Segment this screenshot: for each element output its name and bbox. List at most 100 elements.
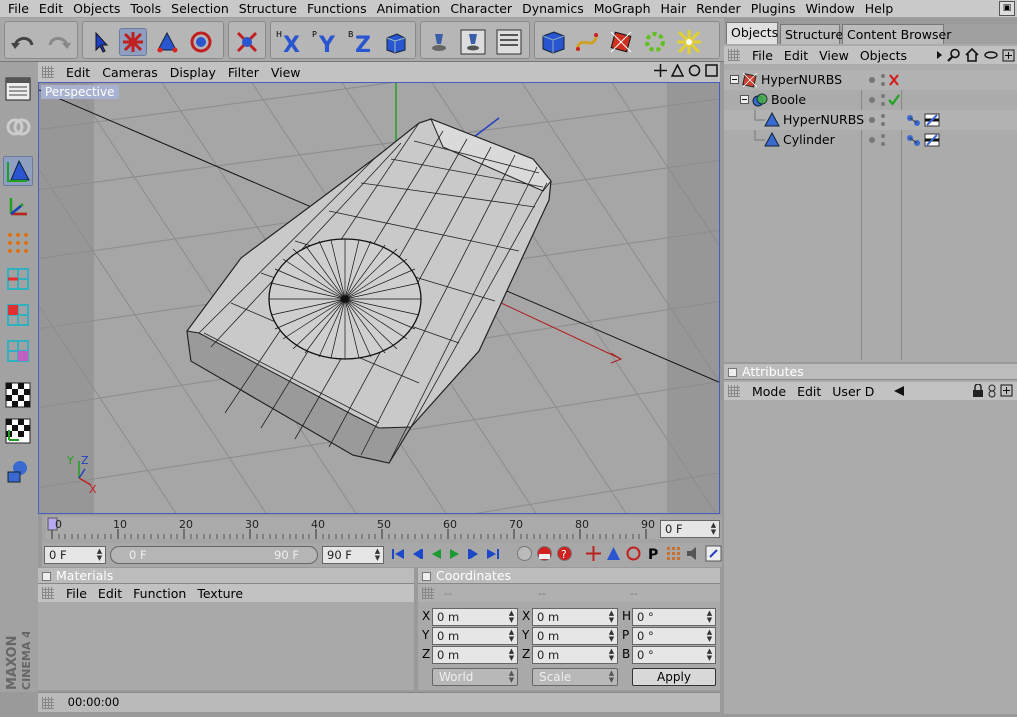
pos-y-spinner-icon[interactable]: ▲ ▼ <box>507 629 516 643</box>
rot-b-field[interactable]: 0 ° ▲ ▼ <box>632 646 716 664</box>
attributes-menu-edit[interactable]: Edit <box>793 384 828 399</box>
menu-selection[interactable]: Selection <box>167 0 235 18</box>
record-keys-icon[interactable] <box>516 545 533 565</box>
render-picture-viewer-icon[interactable] <box>459 28 487 56</box>
next-key-icon[interactable] <box>466 546 482 565</box>
tab-content-browser[interactable]: Content Browser <box>842 24 951 44</box>
object-axis-icon[interactable] <box>3 192 33 222</box>
perspective-viewport[interactable]: Y Z X Perspective <box>38 82 720 514</box>
start-frame-spinner-icon[interactable]: ▲ ▼ <box>95 548 104 562</box>
size-x-spinner-icon[interactable]: ▲ ▼ <box>607 610 616 624</box>
texture-mode-icon[interactable] <box>3 380 33 410</box>
x-axis-lock-icon[interactable]: HX <box>273 28 307 56</box>
materials-panel-toggle-icon[interactable] <box>42 572 51 581</box>
objects-menu-view[interactable]: View <box>815 48 856 63</box>
spline-pen-icon[interactable] <box>573 28 601 56</box>
menu-character[interactable]: Character <box>446 0 518 18</box>
viewport-camera-label[interactable]: Perspective <box>41 85 119 99</box>
rotate-tool-icon[interactable] <box>187 28 215 56</box>
menu-tools[interactable]: Tools <box>126 0 167 18</box>
uv-mode-icon[interactable] <box>3 336 33 366</box>
objects-menu-file[interactable]: File <box>748 48 780 63</box>
size-z-spinner-icon[interactable]: ▲ ▼ <box>607 648 616 662</box>
pos-x-spinner-icon[interactable]: ▲ ▼ <box>507 610 516 624</box>
viewport-grip-icon[interactable] <box>42 66 54 78</box>
play-forward-icon[interactable] <box>447 546 463 565</box>
menu-mograph[interactable]: MoGraph <box>590 0 657 18</box>
materials-menu-function[interactable]: Function <box>129 586 193 601</box>
menu-objects[interactable]: Objects <box>69 0 126 18</box>
more-arrow-icon[interactable] <box>936 49 944 64</box>
texture-axis-icon[interactable] <box>3 416 33 446</box>
live-selection-icon[interactable] <box>233 28 261 56</box>
menu-help[interactable]: Help <box>861 0 900 18</box>
timeline-ruler[interactable]: 0 10 20 30 40 50 60 70 80 90 0 F ▲ ▼ <box>42 515 722 543</box>
attributes-grip-icon[interactable] <box>728 385 740 397</box>
rot-h-spinner-icon[interactable]: ▲ ▼ <box>705 610 714 624</box>
key-position-icon[interactable] <box>585 545 602 565</box>
z-axis-lock-icon[interactable]: BZ <box>345 28 379 56</box>
preview-range-slider[interactable]: 0 F 90 F <box>110 546 318 564</box>
keyframe-selection-icon[interactable]: ? <box>556 545 573 565</box>
goto-start-icon[interactable] <box>390 546 406 565</box>
key-scale-icon[interactable] <box>605 545 622 565</box>
redo-icon[interactable] <box>45 28 73 56</box>
objects-menu-objects[interactable]: Objects <box>856 48 914 63</box>
viewport-zoom-icon[interactable] <box>670 63 685 80</box>
make-editable-icon[interactable] <box>3 112 33 142</box>
polygons-mode-icon[interactable] <box>3 300 33 330</box>
size-z-field[interactable]: 0 m ▲ ▼ <box>532 646 618 664</box>
model-mode-icon[interactable] <box>3 156 33 186</box>
menu-file[interactable]: File <box>4 0 35 18</box>
viewport-move-icon[interactable] <box>654 64 667 80</box>
visibility-dots-icon[interactable] <box>868 130 892 156</box>
layer-icon[interactable] <box>983 48 999 65</box>
attributes-menu-user-data[interactable]: User D <box>828 384 881 399</box>
menu-structure[interactable]: Structure <box>235 0 303 18</box>
pos-y-field[interactable]: 0 m ▲ ▼ <box>432 627 518 645</box>
start-frame-field[interactable]: 0 F ▲ ▼ <box>44 546 106 564</box>
coordinates-panel-toggle-icon[interactable] <box>422 572 431 581</box>
menu-hair[interactable]: Hair <box>657 0 693 18</box>
prev-key-icon[interactable] <box>409 546 425 565</box>
apply-button[interactable]: Apply <box>632 668 716 686</box>
end-frame-spinner-icon[interactable]: ▲ ▼ <box>373 548 382 562</box>
layout-icon[interactable] <box>3 74 33 104</box>
pos-z-field[interactable]: 0 m ▲ ▼ <box>432 646 518 664</box>
viewport-menu-display[interactable]: Display <box>166 65 224 80</box>
rot-p-spinner-icon[interactable]: ▲ ▼ <box>705 629 714 643</box>
object-row-hypernurbs[interactable]: HyperNURBS <box>724 70 1017 90</box>
tab-objects[interactable]: Objects <box>726 22 778 44</box>
tab-structure[interactable]: Structure <box>780 24 843 44</box>
lock-icon[interactable] <box>972 383 984 401</box>
key-parameter-icon[interactable]: P <box>645 545 662 565</box>
viewport-menu-cameras[interactable]: Cameras <box>98 65 166 80</box>
materials-menu-texture[interactable]: Texture <box>193 586 250 601</box>
viewport-menu-edit[interactable]: Edit <box>62 65 98 80</box>
object-manager-grip-icon[interactable] <box>728 49 740 61</box>
menu-functions[interactable]: Functions <box>303 0 373 18</box>
coordinate-mode-dropdown[interactable]: Scale ▲ ▼ <box>532 668 618 686</box>
rot-p-field[interactable]: 0 ° ▲ ▼ <box>632 627 716 645</box>
rot-b-spinner-icon[interactable]: ▲ ▼ <box>705 648 714 662</box>
end-frame-field[interactable]: 90 F ▲ ▼ <box>322 546 384 564</box>
object-row-boole[interactable]: Boole <box>724 90 1017 110</box>
home-icon[interactable] <box>964 47 980 65</box>
viewport-maximize-icon[interactable] <box>705 64 718 80</box>
render-settings-icon[interactable] <box>495 28 523 56</box>
materials-menu-file[interactable]: File <box>62 586 94 601</box>
texture-tag-icon[interactable] <box>924 132 940 154</box>
menu-window[interactable]: Window <box>801 0 860 18</box>
attributes-menu-mode[interactable]: Mode <box>748 384 793 399</box>
search-icon[interactable] <box>947 48 961 65</box>
menu-animation[interactable]: Animation <box>373 0 447 18</box>
phong-tag-icon[interactable] <box>906 132 922 154</box>
coordinates-grip-icon[interactable] <box>422 587 434 599</box>
object-row-hypernurbs-child[interactable]: HyperNURBS <box>724 110 1017 130</box>
render-view-icon[interactable] <box>425 28 453 56</box>
rot-h-field[interactable]: 0 ° ▲ ▼ <box>632 608 716 626</box>
viewport-rotate-icon[interactable] <box>688 64 701 80</box>
objects-menu-edit[interactable]: Edit <box>780 48 815 63</box>
key-pla-icon[interactable] <box>665 545 682 565</box>
menu-dynamics[interactable]: Dynamics <box>518 0 590 18</box>
